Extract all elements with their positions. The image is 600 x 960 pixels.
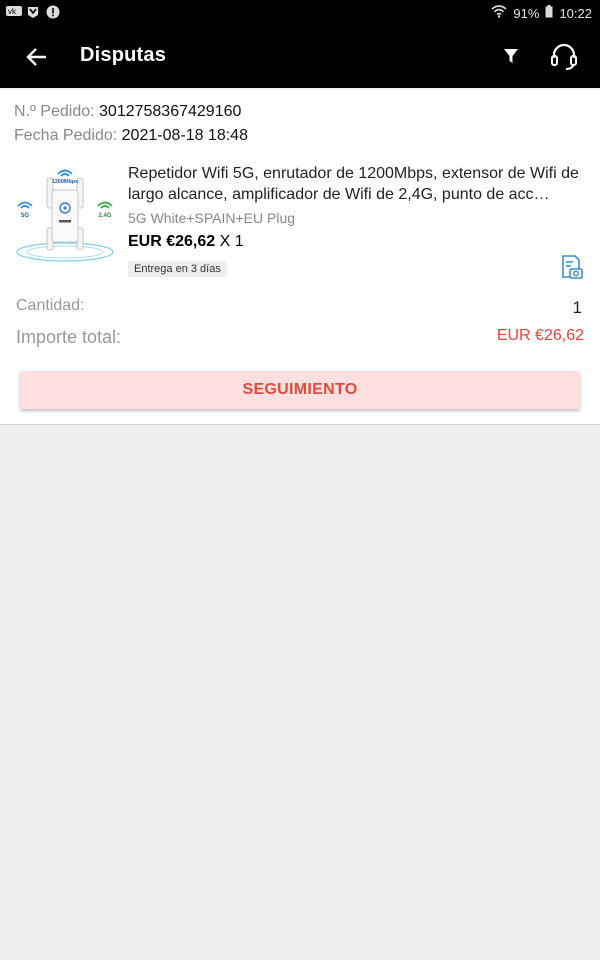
total-value: EUR €26,62 bbox=[496, 327, 584, 344]
product-quantity: X 1 bbox=[219, 233, 244, 250]
tracking-button[interactable]: SEGUIMIENTO bbox=[20, 371, 580, 409]
order-date-row: Fecha Pedido: 2021-08-18 18:48 bbox=[14, 127, 248, 145]
app-bar: Disputas bbox=[0, 26, 600, 88]
clock: 10:22 bbox=[559, 5, 592, 21]
order-number-label: N.º Pedido: bbox=[14, 103, 95, 120]
battery-icon bbox=[545, 5, 553, 21]
headset-support-icon[interactable] bbox=[548, 42, 580, 72]
alert-icon bbox=[46, 5, 60, 19]
back-arrow-icon[interactable] bbox=[24, 44, 50, 70]
page-title: Disputas bbox=[80, 44, 167, 66]
battery-percent: 91% bbox=[513, 5, 540, 21]
product-thumbnail[interactable]: 1200Mbps 5G 2.4G bbox=[14, 162, 116, 266]
order-number-value: 3012758367429160 bbox=[99, 103, 242, 120]
status-bar: vk 91% 10:22 bbox=[0, 0, 600, 26]
product-title[interactable]: Repetidor Wifi 5G, enrutador de 1200Mbps… bbox=[128, 163, 580, 205]
price-line: EUR €26,62 X 1 bbox=[128, 233, 244, 251]
product-price: EUR €26,62 bbox=[128, 233, 216, 250]
thumb-speed-label: 1200Mbps bbox=[52, 179, 79, 185]
mi-icon bbox=[26, 5, 40, 19]
order-card: N.º Pedido: 3012758367429160 Fecha Pedid… bbox=[0, 90, 600, 425]
thumb-5g-label: 5G bbox=[21, 213, 29, 219]
thumb-24g-label: 2.4G bbox=[98, 213, 111, 219]
order-number-row: N.º Pedido: 3012758367429160 bbox=[14, 103, 241, 121]
delivery-badge: Entrega en 3 días bbox=[128, 261, 227, 277]
order-date-label: Fecha Pedido: bbox=[14, 127, 118, 144]
product-variant: 5G White+SPAIN+EU Plug bbox=[128, 210, 296, 226]
svg-text:vk: vk bbox=[8, 7, 17, 16]
wifi-icon bbox=[491, 5, 507, 21]
quantity-value: 1 bbox=[572, 298, 582, 317]
order-date-value: 2021-08-18 18:48 bbox=[121, 127, 248, 144]
filter-icon[interactable] bbox=[500, 45, 522, 67]
vk-icon: vk bbox=[6, 5, 22, 19]
total-label: Importe total: bbox=[16, 327, 122, 347]
document-camera-icon[interactable] bbox=[558, 254, 584, 280]
quantity-label: Cantidad: bbox=[16, 297, 85, 314]
